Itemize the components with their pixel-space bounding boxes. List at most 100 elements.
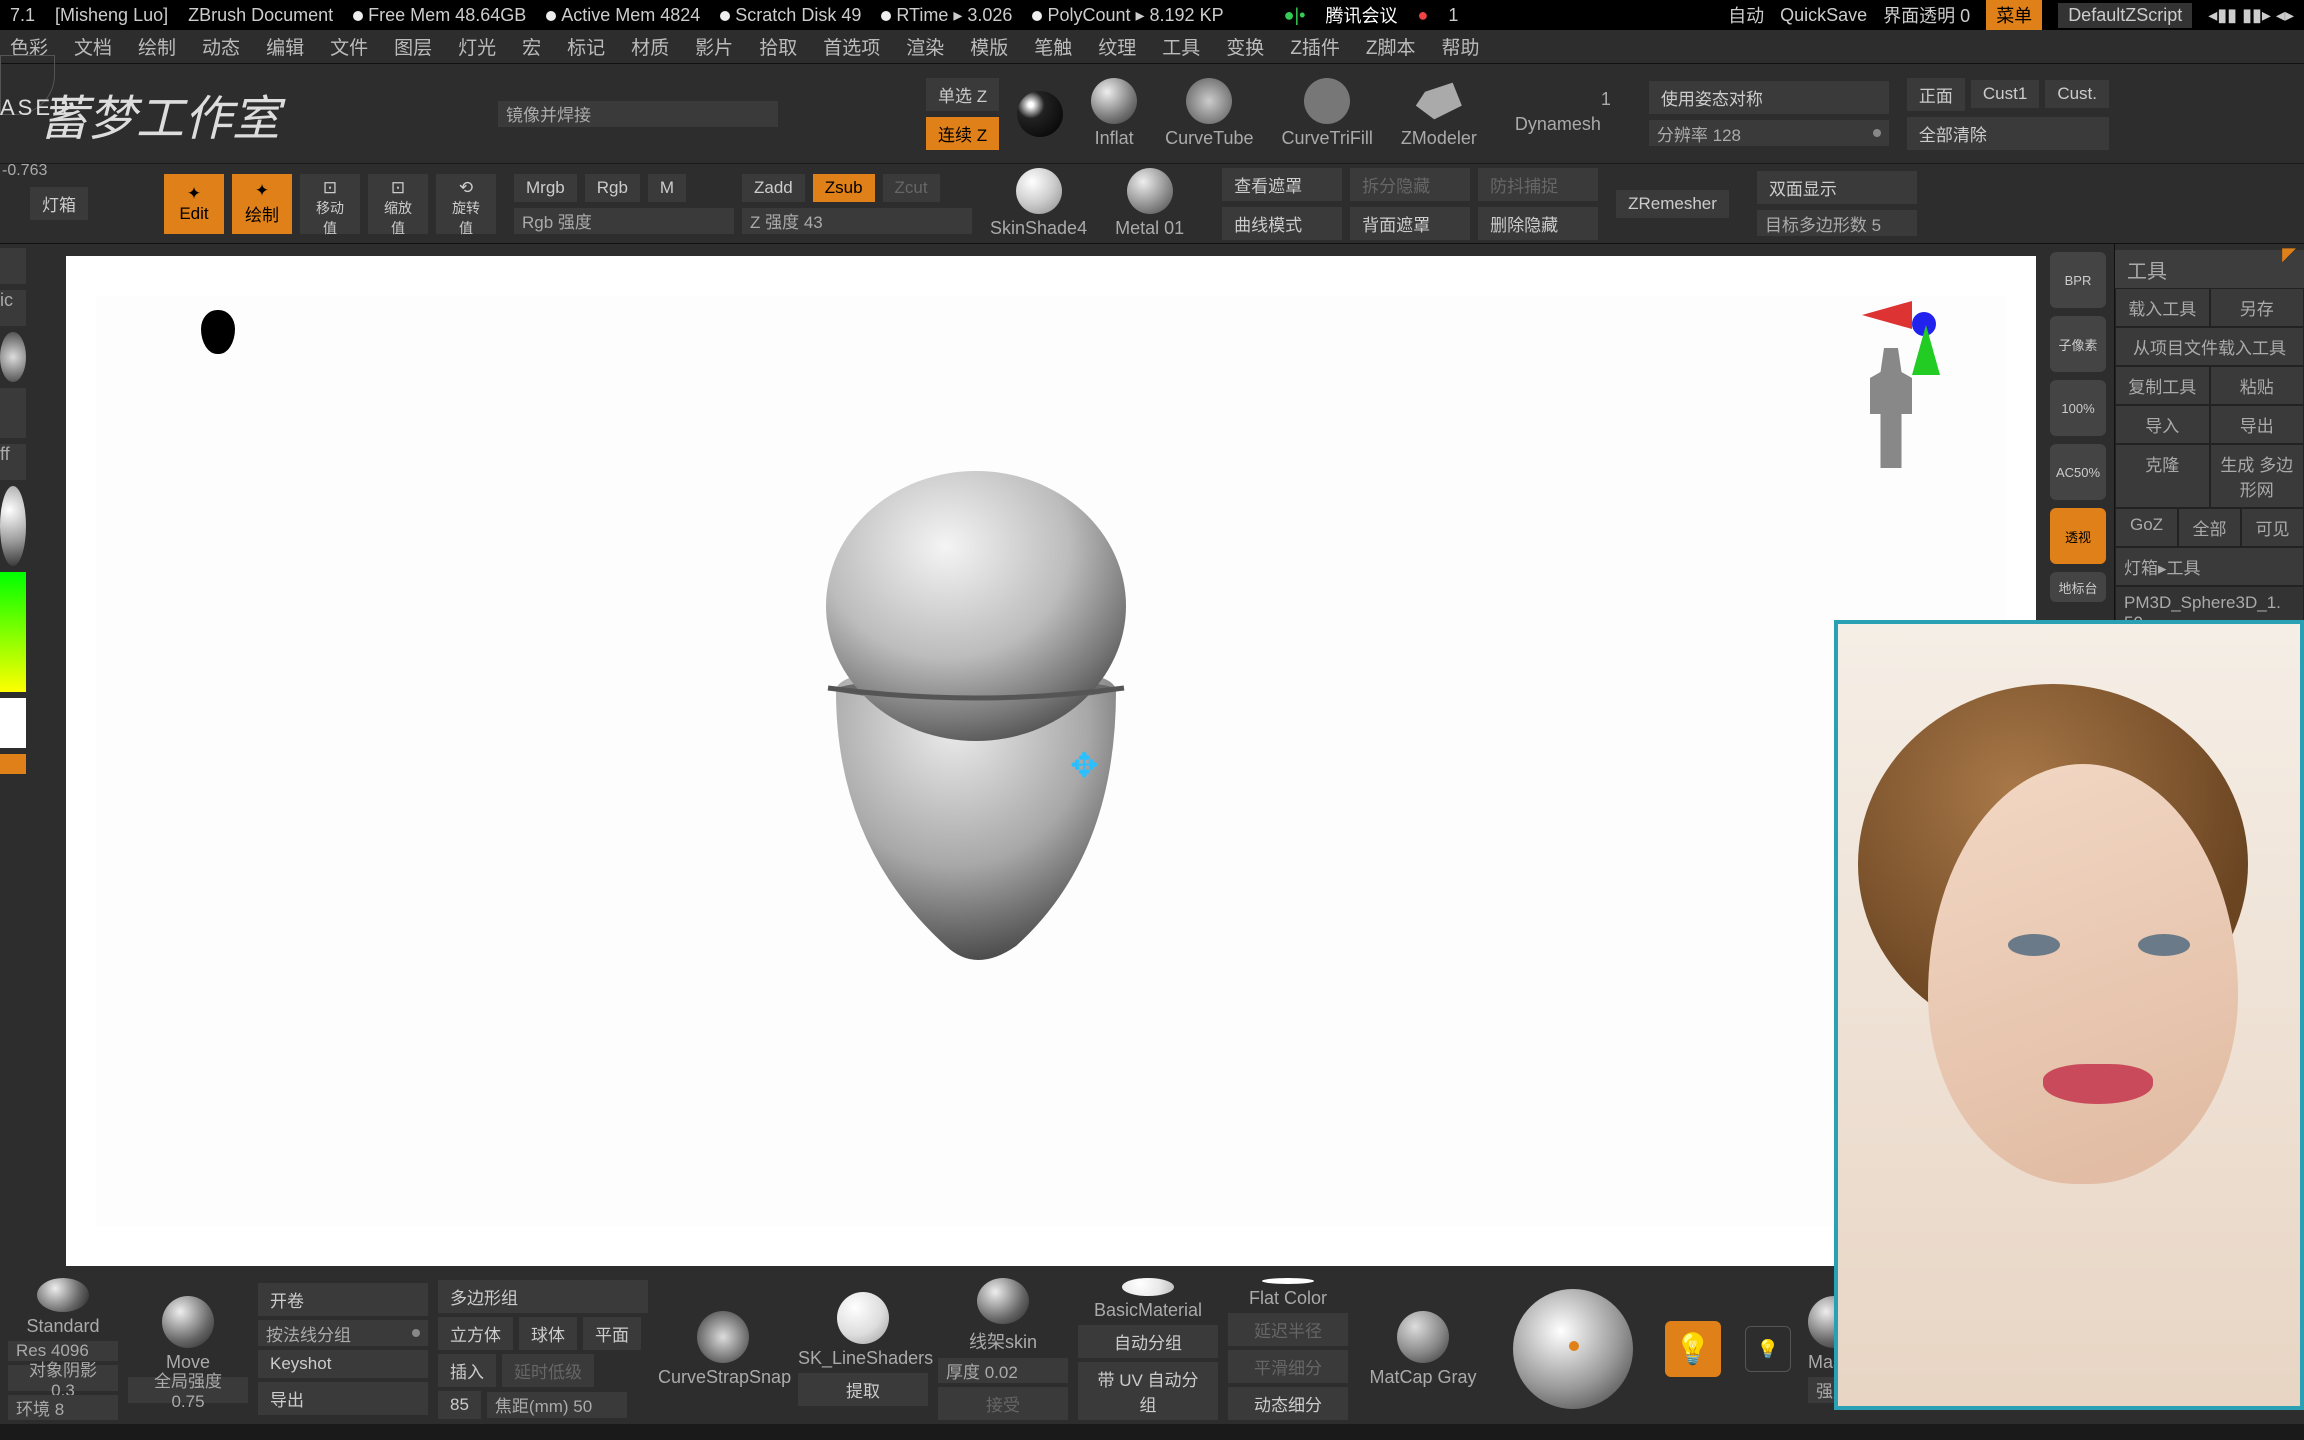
menu-模版[interactable]: 模版 [970, 33, 1008, 60]
curvetube-brush[interactable]: CurveTube [1155, 74, 1263, 153]
left-tool[interactable]: ic [0, 290, 26, 326]
insert[interactable]: 插入 [438, 1354, 496, 1387]
inflat-brush[interactable]: Inflat [1081, 74, 1147, 153]
import[interactable]: 导入 [2115, 405, 2210, 444]
ui-transparency[interactable]: 界面透明 0 [1883, 2, 1970, 28]
m[interactable]: M [648, 174, 686, 202]
mirror-weld[interactable]: 镜像并焊接 [498, 101, 778, 127]
gradient-picker[interactable] [0, 572, 26, 692]
plane-prim[interactable]: 平面 [583, 1317, 641, 1350]
menu-动态[interactable]: 动态 [202, 33, 240, 60]
reference-image[interactable] [1834, 620, 2304, 1410]
curvestrap-brush[interactable] [697, 1311, 749, 1363]
left-tool[interactable] [0, 248, 26, 284]
tools-header[interactable]: 工具 [2115, 250, 2304, 288]
edit-mode[interactable]: ✦Edit [164, 174, 224, 234]
zremesher[interactable]: ZRemesher [1616, 190, 1729, 218]
menu-影片[interactable]: 影片 [695, 33, 733, 60]
move-brush[interactable] [162, 1296, 214, 1348]
smooth-subdiv[interactable]: 平滑细分 [1228, 1350, 1348, 1383]
dyn-subdiv[interactable]: 动态细分 [1228, 1387, 1348, 1420]
z-intensity[interactable]: Z 强度 43 [742, 208, 972, 234]
light-on-icon[interactable]: 💡 [1665, 1321, 1721, 1377]
metal-mat[interactable]: Metal 01 [1105, 164, 1194, 243]
left-tool[interactable] [0, 486, 26, 566]
resolution-slider[interactable]: 分辨率 128 [1657, 121, 1741, 146]
anti-shake[interactable]: 防抖捕捉 [1478, 168, 1598, 201]
accept[interactable]: 接受 [938, 1387, 1068, 1420]
curve-mode[interactable]: 曲线模式 [1222, 207, 1342, 240]
export[interactable]: 导出 [2210, 405, 2304, 444]
lightbox-tools[interactable]: 灯箱▸工具 [2115, 547, 2304, 586]
quicksave-button[interactable]: QuickSave [1780, 5, 1867, 26]
left-tool[interactable] [0, 754, 26, 774]
save-as[interactable]: 另存 [2210, 288, 2304, 327]
draw-mode[interactable]: ✦绘制 [232, 174, 292, 234]
nav-arrows[interactable]: ◂▮▮ ▮▮▸ ◂▸ [2208, 5, 2294, 26]
rgb[interactable]: Rgb [585, 174, 640, 202]
auto[interactable]: 自动 [1728, 2, 1764, 28]
global-intensity[interactable]: 全局强度 0.75 [128, 1377, 248, 1403]
standard-brush[interactable] [37, 1278, 89, 1312]
cust1[interactable]: Cust1 [1971, 80, 2039, 108]
menu-文件[interactable]: 文件 [330, 33, 368, 60]
left-tool[interactable]: ff [0, 444, 26, 480]
two-sided[interactable]: 双面显示 [1757, 171, 1917, 204]
from-project[interactable]: 从项目文件载入工具 [2115, 327, 2304, 366]
menu-绘制[interactable]: 绘制 [138, 33, 176, 60]
export-bridge[interactable]: 导出 [258, 1382, 428, 1415]
menu-Z脚本[interactable]: Z脚本 [1366, 33, 1416, 60]
collapse-icon[interactable]: ◤ [2282, 244, 2296, 250]
default-script[interactable]: DefaultZScript [2058, 3, 2192, 28]
left-tool[interactable] [0, 388, 26, 438]
menu-首选项[interactable]: 首选项 [823, 33, 880, 60]
menu-帮助[interactable]: 帮助 [1442, 33, 1480, 60]
sphere-prim[interactable]: 球体 [519, 1317, 577, 1350]
nav-gizmo[interactable] [1862, 301, 1936, 336]
zmodeler-brush[interactable]: ZModeler [1391, 74, 1487, 153]
light-sphere[interactable] [1513, 1289, 1633, 1409]
load-tool[interactable]: 载入工具 [2115, 288, 2210, 327]
single-z[interactable]: 单选 Z [926, 78, 999, 111]
menu-笔触[interactable]: 笔触 [1034, 33, 1072, 60]
mrgb[interactable]: Mrgb [514, 174, 577, 202]
menu-工具[interactable]: 工具 [1162, 33, 1200, 60]
menu-纹理[interactable]: 纹理 [1098, 33, 1136, 60]
by-normal[interactable]: 按法线分组 [258, 1320, 428, 1346]
left-tool[interactable] [0, 698, 26, 748]
scale-mode[interactable]: ⊡缩放值 [368, 174, 428, 234]
visible[interactable]: 可见 [2241, 508, 2304, 547]
menu-图层[interactable]: 图层 [394, 33, 432, 60]
curvetrifill-brush[interactable]: CurveTriFill [1271, 74, 1382, 153]
keyshot[interactable]: Keyshot [258, 1350, 428, 1378]
goz[interactable]: GoZ [2115, 508, 2178, 547]
auto-group[interactable]: 自动分组 [1078, 1325, 1218, 1358]
all[interactable]: 全部 [2178, 508, 2241, 547]
delete-hidden[interactable]: 删除隐藏 [1478, 207, 1598, 240]
zoom-100[interactable]: 100% [2050, 380, 2106, 436]
pose-symmetry[interactable]: 使用姿态对称 [1649, 81, 1889, 114]
flatcolor[interactable] [1262, 1278, 1314, 1284]
subpixel-button[interactable]: 子像素 [2050, 316, 2106, 372]
lightbox-button[interactable]: 灯箱 [30, 187, 88, 220]
menu-标记[interactable]: 标记 [567, 33, 605, 60]
menu-Z插件[interactable]: Z插件 [1290, 33, 1340, 60]
basicmat[interactable] [1122, 1278, 1174, 1296]
zadd[interactable]: Zadd [742, 174, 805, 202]
zcut[interactable]: Zcut [883, 174, 940, 202]
env-slider[interactable]: 环境 8 [8, 1395, 118, 1420]
delay-radius[interactable]: 延迟半径 [1228, 1313, 1348, 1346]
rgb-intensity[interactable]: Rgb 强度 [514, 208, 734, 234]
paste-tool[interactable]: 粘贴 [2210, 366, 2304, 405]
matcap-gray[interactable] [1397, 1311, 1449, 1363]
dynamesh-button[interactable]: Dynamesh [1505, 110, 1611, 139]
menu-灯光[interactable]: 灯光 [458, 33, 496, 60]
target-poly[interactable]: 目标多边形数 5 [1757, 210, 1917, 236]
left-tool[interactable] [0, 332, 26, 382]
skinshade-mat[interactable]: SkinShade4 [980, 164, 1097, 243]
clone[interactable]: 克隆 [2115, 444, 2210, 508]
continuous-z[interactable]: 连续 Z [926, 117, 999, 150]
polygroup[interactable]: 多边形组 [438, 1280, 648, 1313]
rotate-mode[interactable]: ⟲旋转值 [436, 174, 496, 234]
zsub[interactable]: Zsub [813, 174, 875, 202]
